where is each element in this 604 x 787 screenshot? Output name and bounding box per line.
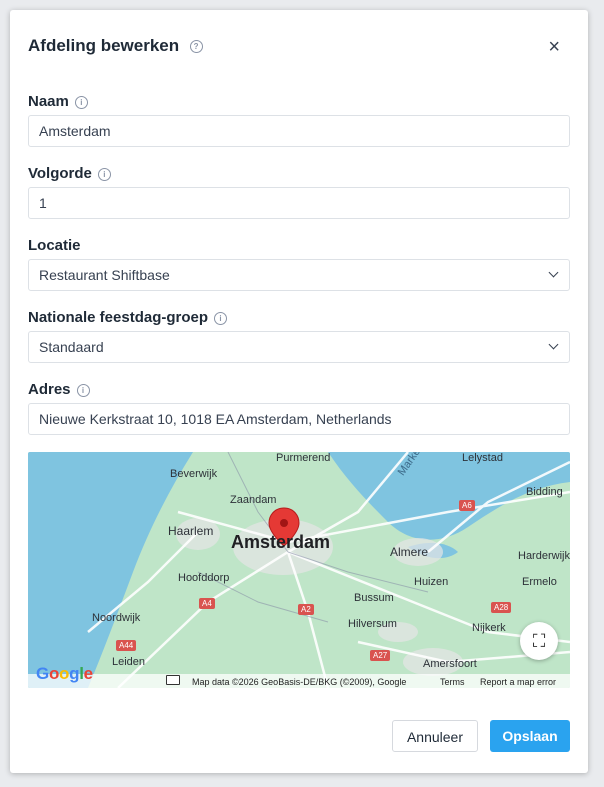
save-button[interactable]: Opslaan [490, 720, 570, 752]
map-label-harderwijk: Harderwijk [518, 550, 570, 562]
map-terrain [28, 452, 570, 688]
info-icon[interactable]: i [76, 383, 90, 397]
adres-label: Adres i [28, 381, 570, 399]
map-label-huizen: Huizen [414, 576, 449, 588]
naam-input[interactable]: Amsterdam [28, 115, 570, 147]
map-label-bussum: Bussum [354, 592, 394, 604]
map-attribution: Map data ©2026 GeoBasis-DE/BKG (©2009), … [192, 677, 407, 687]
map-label-hoofddorp: Hoofddorp [178, 572, 230, 584]
map-label-bidding: Bidding [526, 486, 563, 498]
volgorde-input[interactable]: 1 [28, 187, 570, 219]
map-label-nijkerk: Nijkerk [472, 622, 506, 634]
chevron-down-icon [548, 267, 559, 278]
feestdag-label: Nationale feestdag-groep i [28, 309, 570, 327]
feestdag-field: Nationale feestdag-groep i Standaard [28, 309, 570, 363]
close-button[interactable]: × [548, 36, 560, 58]
modal-title: Afdeling bewerken [28, 36, 180, 55]
volgorde-field: Volgorde i 1 [28, 165, 570, 219]
map-camera-control-button[interactable]: ⛶ [520, 622, 558, 660]
map-label-leiden: Leiden [112, 656, 146, 668]
modal-header: Afdeling bewerken ? × [28, 36, 570, 58]
info-icon[interactable]: i [97, 167, 111, 181]
fullscreen-icon: ⛶ [532, 630, 546, 651]
road-a44-badge: A44 [116, 640, 137, 651]
google-logo: Google [36, 664, 93, 683]
map-label-amsterdam: Amsterdam [231, 532, 331, 552]
volgorde-label: Volgorde i [28, 165, 570, 183]
road-a4-badge: A4 [199, 598, 215, 609]
keyboard-shortcuts-icon[interactable] [166, 675, 180, 685]
feestdag-select[interactable]: Standaard [28, 331, 570, 363]
road-a2-badge: A2 [298, 604, 314, 615]
map-terms-link[interactable]: Terms [440, 677, 465, 687]
info-icon[interactable]: i [214, 311, 228, 325]
road-a27-badge: A27 [370, 650, 391, 661]
locatie-selected-value: Restaurant Shiftbase [39, 267, 170, 283]
map-label-purmerend: Purmerend [276, 452, 331, 464]
map-label-haarlem: Haarlem [168, 524, 214, 538]
edit-department-modal: Afdeling bewerken ? × Naam i Amsterdam Vo… [10, 10, 588, 773]
road-a6-badge: A6 [459, 500, 475, 511]
feestdag-selected-value: Standaard [39, 339, 104, 355]
naam-field: Naam i Amsterdam [28, 93, 570, 147]
map-label-zaandam: Zaandam [230, 494, 277, 506]
locatie-label: Locatie [28, 237, 81, 254]
map-label-hilversum: Hilversum [348, 618, 397, 630]
map-label-lelystad: Lelystad [462, 452, 503, 464]
locatie-select[interactable]: Restaurant Shiftbase [28, 259, 570, 291]
locatie-field: Locatie Restaurant Shiftbase [28, 237, 570, 291]
location-map[interactable]: Purmerend Lelystad Marke Beverwijk Biddi… [28, 452, 570, 688]
map-label-noordwijk: Noordwijk [92, 612, 141, 624]
map-label-beverwijk: Beverwijk [170, 468, 218, 480]
cancel-button[interactable]: Annuleer [392, 720, 478, 752]
adres-field: Adres i Nieuwe Kerkstraat 10, 1018 EA Ams… [28, 381, 570, 435]
help-icon[interactable]: ? [189, 39, 203, 53]
naam-label: Naam i [28, 93, 570, 111]
map-label-almere: Almere [390, 545, 429, 559]
map-label-ermelo: Ermelo [522, 576, 557, 588]
info-icon[interactable]: i [74, 95, 88, 109]
chevron-down-icon [548, 339, 559, 350]
map-report-error-link[interactable]: Report a map error [480, 677, 556, 687]
road-a28-badge: A28 [491, 602, 512, 613]
adres-input[interactable]: Nieuwe Kerkstraat 10, 1018 EA Amsterdam,… [28, 403, 570, 435]
map-label-amersfoort: Amersfoort [423, 658, 477, 670]
